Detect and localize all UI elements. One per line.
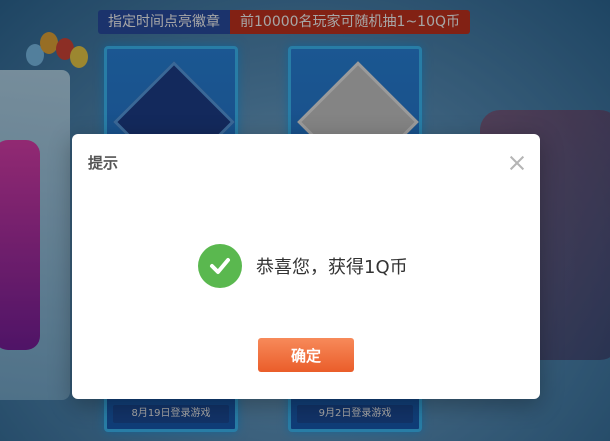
- prompt-dialog: 提示 恭喜您，获得1Q币 确定: [72, 134, 540, 399]
- message-row: 恭喜您，获得1Q币: [198, 244, 408, 288]
- check-circle-icon: [198, 244, 242, 288]
- confirm-button[interactable]: 确定: [258, 338, 354, 372]
- dialog-title: 提示: [88, 154, 119, 172]
- close-icon[interactable]: [508, 154, 526, 172]
- dialog-message: 恭喜您，获得1Q币: [256, 257, 408, 278]
